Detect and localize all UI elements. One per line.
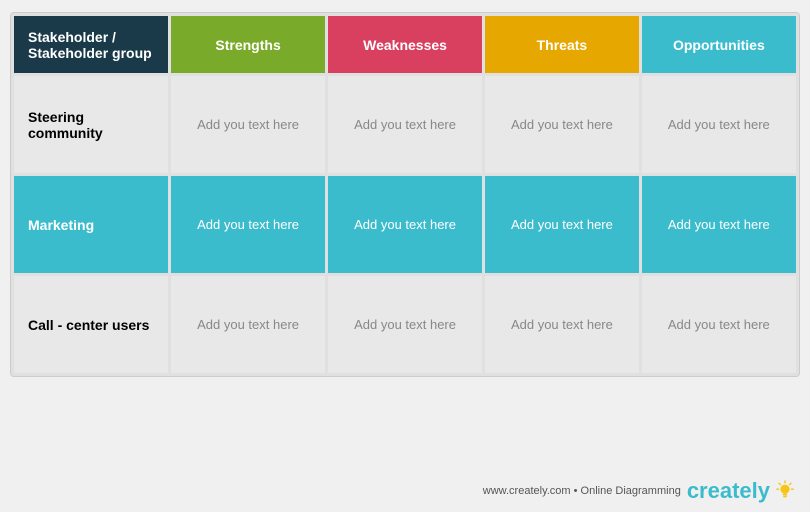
row1-threats-cell[interactable]: Add you text here (484, 75, 641, 175)
row1-stakeholder-cell: Steering community (13, 75, 170, 175)
header-threats: Threats (484, 15, 641, 75)
creately-logo: creately (687, 478, 796, 504)
row1-strengths-cell[interactable]: Add you text here (170, 75, 327, 175)
row3-stakeholder-cell: Call - center users (13, 275, 170, 375)
table-row: Marketing Add you text here Add you text… (13, 175, 798, 275)
row2-stakeholder-cell: Marketing (13, 175, 170, 275)
row2-threats-cell[interactable]: Add you text here (484, 175, 641, 275)
footer: www.creately.com • Online Diagramming cr… (483, 478, 796, 504)
row3-threats-cell[interactable]: Add you text here (484, 275, 641, 375)
row1-weaknesses-cell[interactable]: Add you text here (326, 75, 483, 175)
row2-weaknesses-cell[interactable]: Add you text here (326, 175, 483, 275)
header-opportunities: Opportunities (640, 15, 797, 75)
row3-strengths-cell[interactable]: Add you text here (170, 275, 327, 375)
row3-weaknesses-cell[interactable]: Add you text here (326, 275, 483, 375)
footer-url: www.creately.com • Online Diagramming (483, 485, 681, 497)
brand-name: creately (687, 478, 770, 504)
header-strengths: Strengths (170, 15, 327, 75)
header-stakeholder: Stakeholder / Stakeholder group (13, 15, 170, 75)
row2-strengths-cell[interactable]: Add you text here (170, 175, 327, 275)
row3-opportunities-cell[interactable]: Add you text here (640, 275, 797, 375)
header-row: Stakeholder / Stakeholder group Strength… (13, 15, 798, 75)
table-row: Steering community Add you text here Add… (13, 75, 798, 175)
swot-table: Stakeholder / Stakeholder group Strength… (11, 13, 799, 376)
table-row: Call - center users Add you text here Ad… (13, 275, 798, 375)
row2-opportunities-cell[interactable]: Add you text here (640, 175, 797, 275)
row1-opportunities-cell[interactable]: Add you text here (640, 75, 797, 175)
bulb-icon (774, 480, 796, 502)
table-container: Stakeholder / Stakeholder group Strength… (10, 12, 800, 377)
header-weaknesses: Weaknesses (326, 15, 483, 75)
